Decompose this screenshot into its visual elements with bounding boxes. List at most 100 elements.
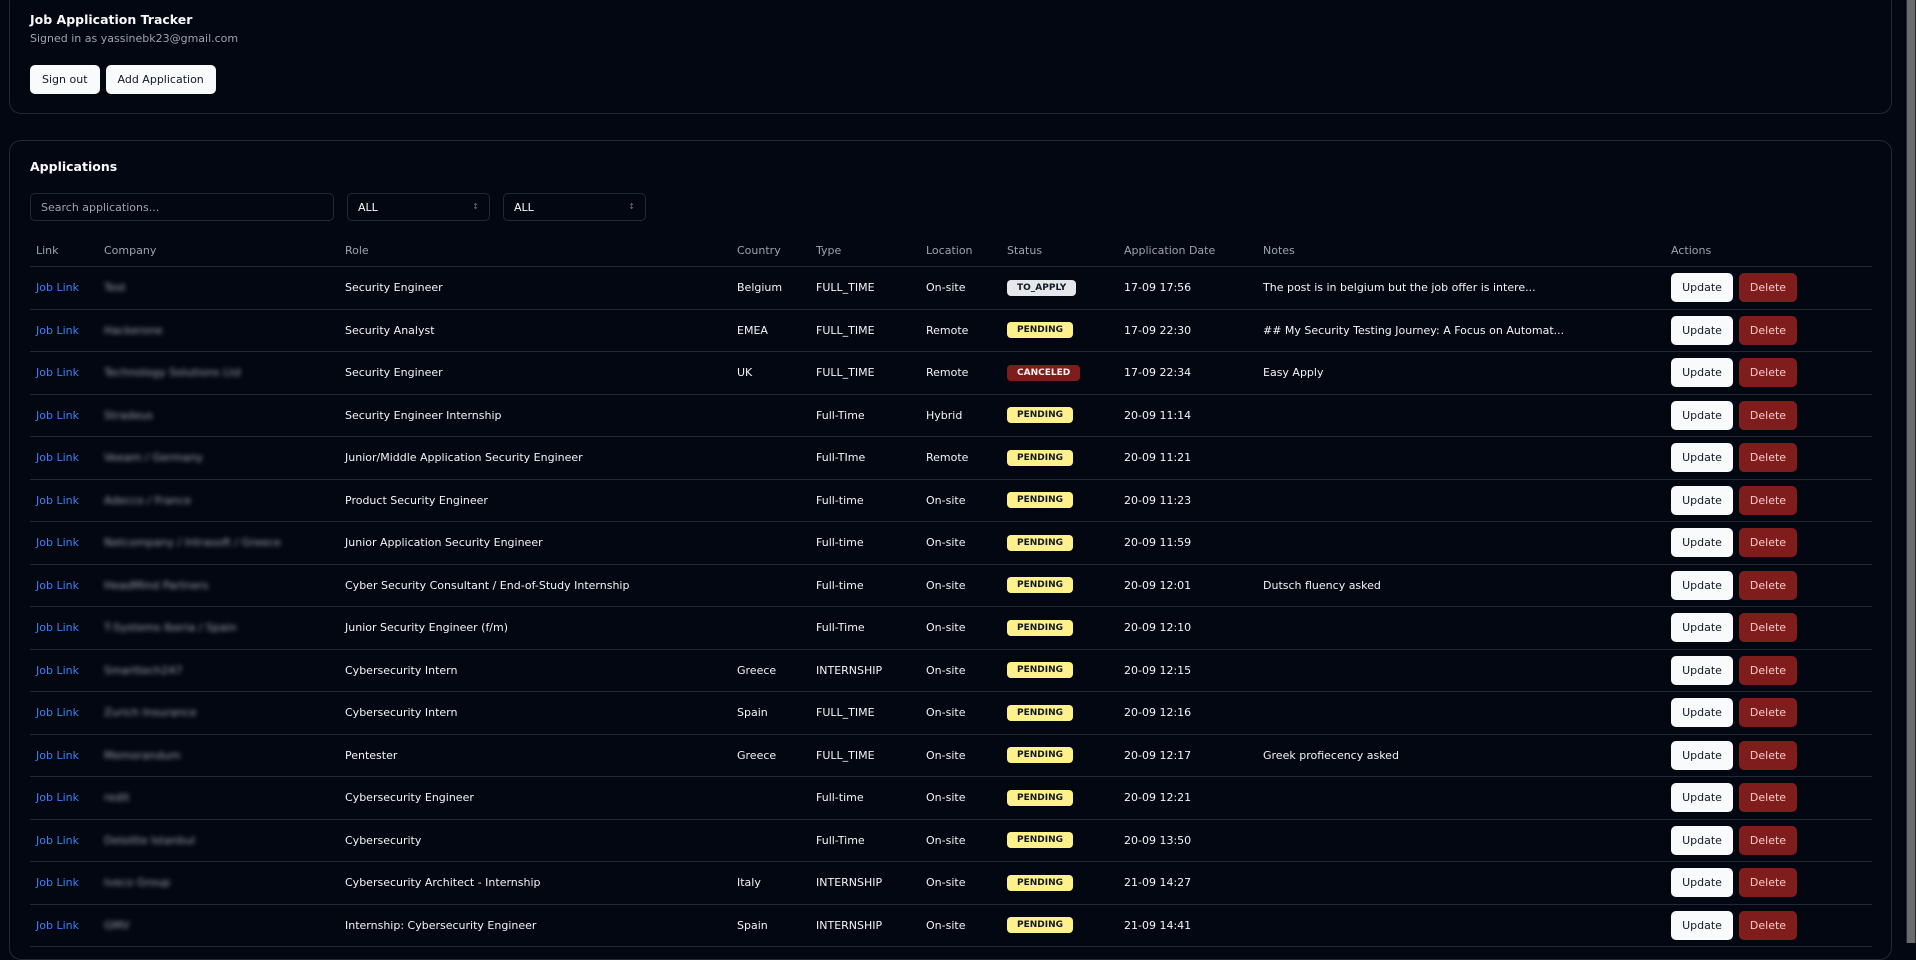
delete-button[interactable]: Delete	[1739, 740, 1797, 770]
update-button[interactable]: Update	[1671, 868, 1733, 898]
location-cell: On-site	[920, 266, 1001, 310]
sign-out-button[interactable]: Sign out	[30, 65, 100, 94]
location-cell: On-site	[920, 606, 1001, 650]
update-button[interactable]: Update	[1671, 570, 1733, 600]
role-cell: Cyber Security Consultant / End-of-Study…	[339, 564, 731, 607]
delete-button[interactable]: Delete	[1739, 400, 1797, 430]
delete-button[interactable]: Delete	[1739, 358, 1797, 388]
table-row: Job Link Test Security Engineer Belgium FULL…	[30, 266, 1872, 310]
job-link[interactable]: Job Link	[36, 834, 79, 847]
update-button[interactable]: Update	[1671, 655, 1733, 685]
role-cell: Product Security Engineer	[339, 479, 731, 522]
status-badge: PENDING	[1007, 492, 1074, 509]
type-cell: FULL_TIME	[810, 351, 920, 395]
column-header-company: Company	[98, 234, 339, 267]
update-button[interactable]: Update	[1671, 825, 1733, 855]
notes-cell	[1257, 394, 1665, 437]
job-link[interactable]: Job Link	[36, 536, 79, 549]
update-button[interactable]: Update	[1671, 443, 1733, 473]
update-button[interactable]: Update	[1671, 315, 1733, 345]
job-link[interactable]: Job Link	[36, 621, 79, 634]
update-button[interactable]: Update	[1671, 273, 1733, 303]
update-button[interactable]: Update	[1671, 358, 1733, 388]
date-cell: 20-09 12:15	[1118, 649, 1257, 692]
delete-button[interactable]: Delete	[1739, 655, 1797, 685]
country-cell	[731, 521, 810, 565]
delete-button[interactable]: Delete	[1739, 868, 1797, 898]
table-row: Job Link Technology Solutions Ltd Security…	[30, 351, 1872, 395]
add-application-button[interactable]: Add Application	[105, 65, 216, 94]
status-badge: PENDING	[1007, 322, 1074, 339]
delete-button[interactable]: Delete	[1739, 443, 1797, 473]
country-cell	[731, 564, 810, 607]
status-badge: PENDING	[1007, 747, 1074, 764]
job-link[interactable]: Job Link	[36, 451, 79, 464]
applications-card: Applications ALL ↕ ALL ↕ LinkCompanyRole…	[9, 140, 1892, 960]
delete-button[interactable]: Delete	[1739, 273, 1797, 303]
update-button[interactable]: Update	[1671, 783, 1733, 813]
notes-cell	[1257, 479, 1665, 522]
delete-button[interactable]: Delete	[1739, 783, 1797, 813]
job-link[interactable]: Job Link	[36, 791, 79, 804]
job-link[interactable]: Job Link	[36, 494, 79, 507]
update-button[interactable]: Update	[1671, 485, 1733, 515]
job-link[interactable]: Job Link	[36, 919, 79, 932]
status-badge: PENDING	[1007, 662, 1074, 679]
delete-button[interactable]: Delete	[1739, 570, 1797, 600]
notes-cell: Easy Apply	[1257, 351, 1665, 395]
delete-button[interactable]: Delete	[1739, 315, 1797, 345]
job-link[interactable]: Job Link	[36, 579, 79, 592]
scrollbar-thumb[interactable]	[1907, 0, 1915, 943]
notes-cell	[1257, 861, 1665, 905]
date-cell: 20-09 11:23	[1118, 479, 1257, 522]
type-cell: Full-Time	[810, 819, 920, 862]
job-link[interactable]: Job Link	[36, 664, 79, 677]
notes-cell	[1257, 649, 1665, 692]
country-cell: Greece	[731, 734, 810, 777]
delete-button[interactable]: Delete	[1739, 613, 1797, 643]
update-button[interactable]: Update	[1671, 400, 1733, 430]
update-button[interactable]: Update	[1671, 910, 1733, 940]
type-filter-select[interactable]: ALL ↕	[503, 193, 646, 221]
job-link[interactable]: Job Link	[36, 324, 79, 337]
job-link[interactable]: Job Link	[36, 409, 79, 422]
date-cell: 20-09 12:21	[1118, 776, 1257, 820]
company-name: Test	[104, 281, 126, 295]
column-header-notes: Notes	[1257, 234, 1665, 267]
role-cell: Cybersecurity Engineer	[339, 776, 731, 820]
table-header-row: Link Company Role Country Type Location Status…	[30, 234, 1872, 267]
update-button[interactable]: Update	[1671, 613, 1733, 643]
update-button[interactable]: Update	[1671, 740, 1733, 770]
header-card: Job Application Tracker Signed in as yas…	[9, 0, 1892, 114]
job-link[interactable]: Job Link	[36, 749, 79, 762]
location-cell: Remote	[920, 351, 1001, 395]
delete-button[interactable]: Delete	[1739, 485, 1797, 515]
role-cell: Junior/Middle Application Security Engin…	[339, 436, 731, 480]
location-cell: On-site	[920, 479, 1001, 522]
update-button[interactable]: Update	[1671, 528, 1733, 558]
job-link[interactable]: Job Link	[36, 706, 79, 719]
column-header-link: Link	[30, 234, 98, 267]
country-cell	[731, 394, 810, 437]
table-row: Job Link Memorandum Pentester Greece FULL_TI…	[30, 734, 1872, 777]
role-cell: Cybersecurity	[339, 819, 731, 862]
job-link[interactable]: Job Link	[36, 281, 79, 294]
type-cell: INTERNSHIP	[810, 904, 920, 947]
app-title: Job Application Tracker	[30, 12, 193, 27]
vertical-scrollbar[interactable]	[1906, 0, 1916, 943]
search-input[interactable]	[30, 193, 334, 221]
job-link[interactable]: Job Link	[36, 876, 79, 889]
date-cell: 21-09 14:41	[1118, 904, 1257, 947]
update-button[interactable]: Update	[1671, 698, 1733, 728]
delete-button[interactable]: Delete	[1739, 528, 1797, 558]
delete-button[interactable]: Delete	[1739, 825, 1797, 855]
country-cell	[731, 776, 810, 820]
country-cell: Belgium	[731, 266, 810, 310]
status-badge: PENDING	[1007, 449, 1074, 466]
delete-button[interactable]: Delete	[1739, 910, 1797, 940]
status-filter-select[interactable]: ALL ↕	[347, 193, 490, 221]
delete-button[interactable]: Delete	[1739, 698, 1797, 728]
job-link[interactable]: Job Link	[36, 366, 79, 379]
company-name: Smarttech247	[104, 663, 183, 677]
status-filter-value: ALL	[358, 200, 378, 214]
